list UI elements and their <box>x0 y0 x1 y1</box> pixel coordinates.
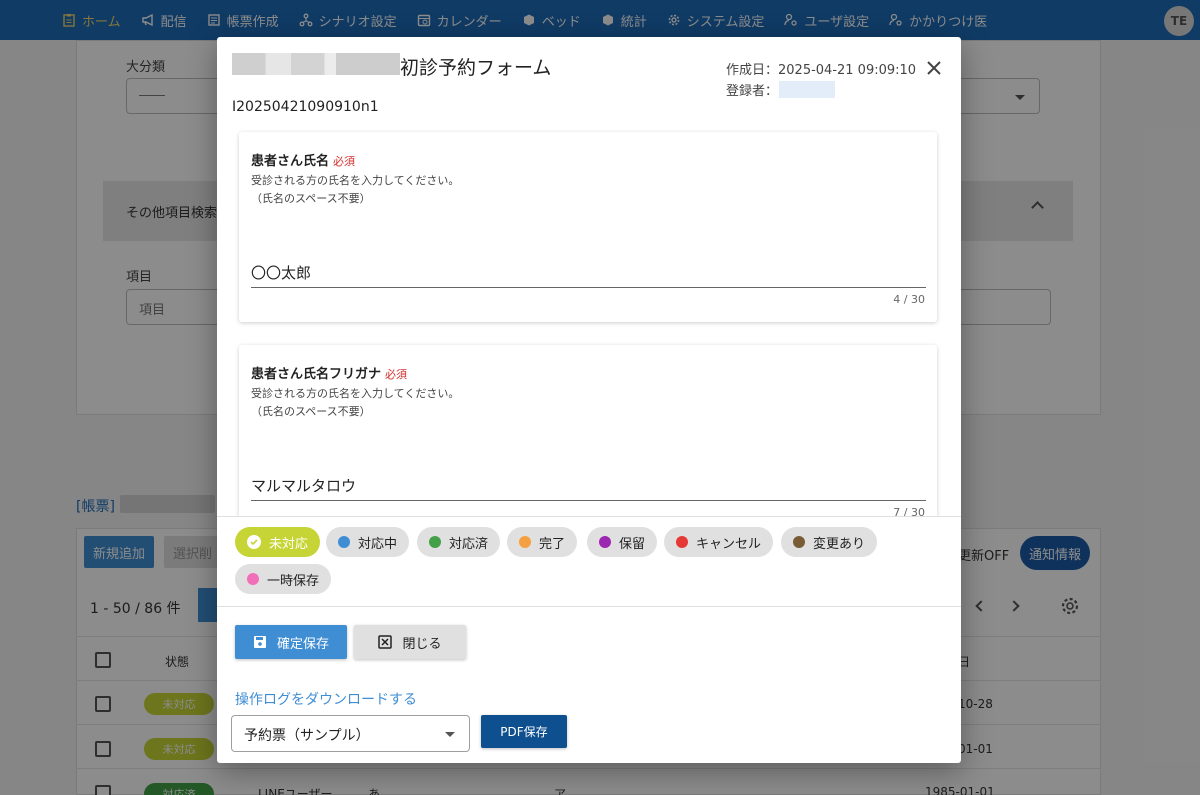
char-counter: 4 / 30 <box>893 293 925 306</box>
status-dot-icon <box>599 536 611 548</box>
close-box-icon <box>378 635 393 649</box>
field-title: 患者さん氏名フリガナ 必須 <box>251 367 408 382</box>
check-circle-icon <box>247 535 261 549</box>
status-dot-icon <box>429 536 441 548</box>
chip-label: 未対応 <box>269 536 309 552</box>
status-chip-unhandled[interactable]: 未対応 <box>235 527 321 557</box>
chip-label: キャンセル <box>696 536 762 552</box>
status-dot-icon <box>247 573 259 585</box>
status-chip-complete[interactable]: 完了 <box>507 527 578 557</box>
status-dot-icon <box>793 536 805 548</box>
floppy-disk-icon <box>253 636 266 648</box>
input-underline <box>251 287 926 288</box>
patient-kana-input[interactable]: マルマルタロウ <box>251 475 356 496</box>
field-description: 受診される方の氏名を入力してください。 <box>251 387 460 400</box>
status-chip-handled[interactable]: 対応済 <box>417 527 501 557</box>
char-counter: 7 / 30 <box>893 506 925 516</box>
form-fields-scroll[interactable]: 患者さん氏名 必須 受診される方の氏名を入力してください。 （氏名のスペース不要）… <box>217 123 961 516</box>
dialog-title: 初診予約フォーム <box>400 57 552 79</box>
select-value: 予約票（サンプル） <box>244 728 370 744</box>
status-chip-on-hold[interactable]: 保留 <box>587 527 658 557</box>
created-date: 作成日：2025-04-21 09:09:10 <box>726 63 917 78</box>
chip-label: 変更あり <box>813 536 866 552</box>
field-description: 受診される方の氏名を入力してください。 <box>251 174 460 187</box>
field-title: 患者さん氏名 必須 <box>251 154 356 169</box>
field-description: （氏名のスペース不要） <box>251 192 371 205</box>
chip-label: 完了 <box>539 536 566 552</box>
status-chip-draft[interactable]: 一時保存 <box>235 564 332 594</box>
caret-down-icon <box>445 732 455 737</box>
chip-label: 保留 <box>619 536 646 552</box>
status-chip-in-progress[interactable]: 対応中 <box>326 527 410 557</box>
registrant-label: 登録者： <box>726 84 779 99</box>
chip-label: 対応済 <box>449 536 489 552</box>
chip-label: 対応中 <box>358 536 398 552</box>
close-icon[interactable] <box>923 57 945 79</box>
close-button[interactable]: 閉じる <box>354 625 466 659</box>
template-select[interactable]: 予約票（サンプル） <box>231 715 470 752</box>
status-chip-changed[interactable]: 変更あり <box>781 527 878 557</box>
redacted-registrant <box>779 81 835 98</box>
status-dot-icon <box>519 536 531 548</box>
record-id: I20250421090910n1 <box>232 99 379 115</box>
required-badge: 必須 <box>333 155 356 168</box>
field-description: （氏名のスペース不要） <box>251 405 371 418</box>
chip-label: 一時保存 <box>267 573 320 589</box>
redacted-title-prefix <box>232 53 400 75</box>
pdf-save-button[interactable]: PDF保存 <box>481 715 567 748</box>
field-card-patient-name: 患者さん氏名 必須 受診される方の氏名を入力してください。 （氏名のスペース不要）… <box>239 132 937 322</box>
divider <box>217 516 961 517</box>
button-label: 閉じる <box>402 636 442 652</box>
status-chip-cancelled[interactable]: キャンセル <box>664 527 774 557</box>
button-label: 確定保存 <box>276 636 329 652</box>
input-underline <box>251 500 926 501</box>
form-detail-dialog: 初診予約フォーム 作成日：2025-04-21 09:09:10 登録者： I2… <box>217 37 961 763</box>
status-dot-icon <box>676 536 688 548</box>
confirm-save-button[interactable]: 確定保存 <box>235 625 347 659</box>
status-dot-icon <box>338 536 350 548</box>
patient-name-input[interactable]: 〇〇太郎 <box>251 262 311 283</box>
divider <box>217 606 961 607</box>
download-log-link[interactable]: 操作ログをダウンロードする <box>235 689 417 709</box>
required-badge: 必須 <box>385 368 408 381</box>
field-card-patient-kana: 患者さん氏名フリガナ 必須 受診される方の氏名を入力してください。 （氏名のスペー… <box>239 345 937 516</box>
